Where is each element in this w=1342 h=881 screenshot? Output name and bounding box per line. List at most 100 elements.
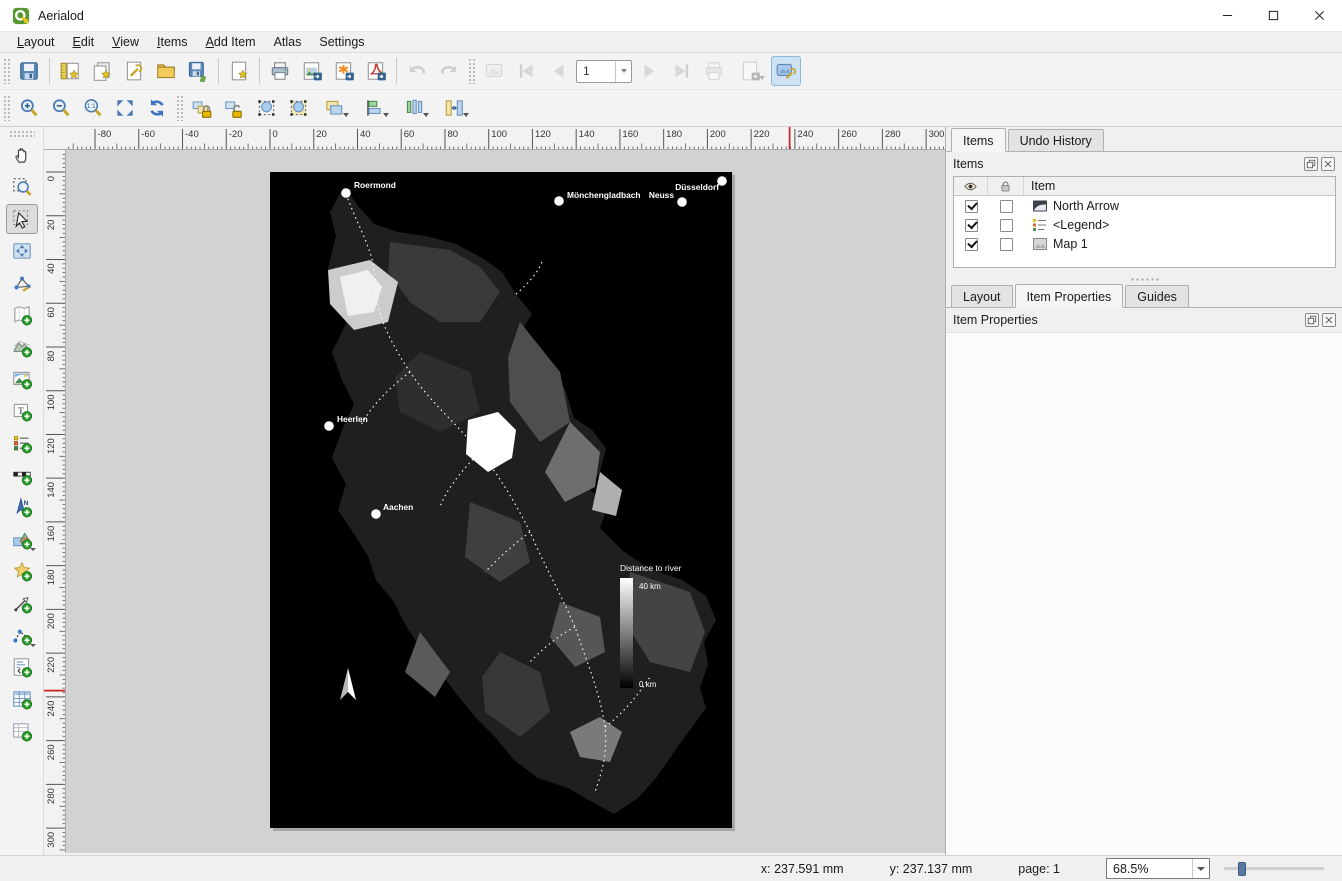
distribute-items-button[interactable] <box>395 93 433 123</box>
north-arrow-item[interactable] <box>340 668 356 700</box>
deselect-all-button[interactable] <box>283 93 313 123</box>
menu-view[interactable]: View <box>103 33 148 51</box>
panel-splitter[interactable] <box>946 275 1342 283</box>
lock-selected-button[interactable] <box>187 93 217 123</box>
atlas-settings-button[interactable] <box>771 56 801 86</box>
hruler-label--20: -20 <box>229 129 243 140</box>
tab-layout[interactable]: Layout <box>951 285 1013 307</box>
add-legend-button[interactable] <box>6 428 38 458</box>
tab-guides[interactable]: Guides <box>1125 285 1189 307</box>
tab-undo-history[interactable]: Undo History <box>1008 129 1104 151</box>
export-svg-button[interactable] <box>329 56 359 86</box>
toolbar-grip[interactable] <box>3 58 10 84</box>
zoom-in-button[interactable] <box>14 93 44 123</box>
zoom-full-button[interactable] <box>110 93 140 123</box>
save-project-icon <box>18 60 40 82</box>
lock-checkbox[interactable] <box>1000 200 1013 213</box>
menu-settings[interactable]: Settings <box>310 33 373 51</box>
add-arrow-button[interactable] <box>6 588 38 618</box>
zoom-level-combobox[interactable]: 68.5% <box>1106 858 1210 879</box>
items-panel-close-button[interactable] <box>1321 157 1335 171</box>
visibility-checkbox[interactable] <box>965 219 978 232</box>
export-pdf-button[interactable] <box>361 56 391 86</box>
item-properties-float-button[interactable] <box>1305 313 1319 327</box>
items-row-legend[interactable]: <Legend> <box>954 216 1335 234</box>
add-north-arrow-button[interactable]: N <box>6 492 38 522</box>
print-button[interactable] <box>265 56 295 86</box>
unlock-all-button[interactable] <box>219 93 249 123</box>
add-label-button[interactable]: T <box>6 396 38 426</box>
add-picture-button[interactable] <box>6 364 38 394</box>
raise-items-icon <box>323 97 345 119</box>
float-panel-icon <box>1306 159 1316 169</box>
tab-item-properties[interactable]: Item Properties <box>1015 284 1124 308</box>
lock-checkbox[interactable] <box>1000 238 1013 251</box>
add-fixed-table-button[interactable] <box>6 716 38 746</box>
add-node-item-button[interactable] <box>6 620 38 650</box>
export-image-button[interactable] <box>297 56 327 86</box>
zoom-combo-dropdown-arrow[interactable] <box>1192 859 1209 878</box>
move-item-content-button[interactable] <box>6 236 38 266</box>
zoom-level-value: 68.5% <box>1107 862 1192 876</box>
menu-layout[interactable]: Layout <box>8 33 64 51</box>
duplicate-layout-button[interactable] <box>87 56 117 86</box>
tab-items[interactable]: Items <box>951 128 1006 152</box>
menu-edit[interactable]: Edit <box>64 33 104 51</box>
edit-nodes-item-button[interactable] <box>6 268 38 298</box>
layout-canvas[interactable]: RoermondMönchengladbachNeussDüsseldorfHe… <box>66 150 945 853</box>
save-as-template-button[interactable] <box>183 56 213 86</box>
items-row-north-arrow[interactable]: North Arrow <box>954 197 1335 215</box>
horizontal-ruler[interactable]: -80-60-40-200204060801001201401601802002… <box>66 127 945 150</box>
toolbar-grip[interactable] <box>9 130 35 137</box>
layout-manager-button[interactable] <box>119 56 149 86</box>
items-list-header: Item <box>954 177 1335 196</box>
city-label: Düsseldorf <box>675 182 719 192</box>
atlas-page-input[interactable]: 1 <box>576 60 632 83</box>
menu-atlas[interactable]: Atlas <box>265 33 311 51</box>
add-items-from-template-button[interactable] <box>151 56 181 86</box>
ruler-corner <box>44 127 66 150</box>
vertical-ruler[interactable]: 0204060801001201401601802002202402602803… <box>44 150 66 853</box>
add-pages-button[interactable] <box>224 56 254 86</box>
add-attribute-table-button[interactable] <box>6 684 38 714</box>
visibility-checkbox[interactable] <box>965 200 978 213</box>
zoom-out-button[interactable] <box>46 93 76 123</box>
resize-items-button[interactable] <box>435 93 473 123</box>
add-3d-map-button[interactable] <box>6 332 38 362</box>
raise-items-button[interactable] <box>315 93 353 123</box>
zoom-tool-button[interactable] <box>6 172 38 202</box>
select-all-button[interactable] <box>251 93 281 123</box>
basin-raster <box>328 186 716 814</box>
refresh-button[interactable] <box>142 93 172 123</box>
map-item-content[interactable]: RoermondMönchengladbachNeussDüsseldorfHe… <box>270 172 732 828</box>
items-panel-float-button[interactable] <box>1304 157 1318 171</box>
align-items-button[interactable] <box>355 93 393 123</box>
zoom-slider-thumb[interactable] <box>1238 862 1246 876</box>
visibility-checkbox[interactable] <box>965 238 978 251</box>
close-button[interactable] <box>1296 0 1342 31</box>
lock-checkbox[interactable] <box>1000 219 1013 232</box>
toolbar-grip[interactable] <box>468 58 475 84</box>
legend-title: Distance to river <box>620 563 682 573</box>
add-html-button[interactable] <box>6 652 38 682</box>
maximize-button[interactable] <box>1250 0 1296 31</box>
new-layout-button[interactable] <box>55 56 85 86</box>
toolbar-grip[interactable] <box>3 95 10 121</box>
menu-items[interactable]: Items <box>148 33 197 51</box>
item-properties-close-button[interactable] <box>1322 313 1336 327</box>
add-shape-button[interactable] <box>6 524 38 554</box>
toolbar-grip[interactable] <box>176 95 183 121</box>
menu-add-item[interactable]: Add Item <box>197 33 265 51</box>
add-marker-button[interactable] <box>6 556 38 586</box>
items-row-map-1[interactable]: Map 1 <box>954 235 1335 253</box>
minimize-button[interactable] <box>1204 0 1250 31</box>
layout-page[interactable]: RoermondMönchengladbachNeussDüsseldorfHe… <box>270 172 732 828</box>
save-project-button[interactable] <box>14 56 44 86</box>
zoom-slider[interactable] <box>1224 861 1324 877</box>
pan-button[interactable] <box>6 140 38 170</box>
atlas-page-dropdown-arrow[interactable] <box>615 61 631 82</box>
add-scalebar-button[interactable] <box>6 460 38 490</box>
select-move-item-button[interactable] <box>6 204 38 234</box>
add-map-button[interactable] <box>6 300 38 330</box>
zoom-actual-button[interactable]: 1:1 <box>78 93 108 123</box>
